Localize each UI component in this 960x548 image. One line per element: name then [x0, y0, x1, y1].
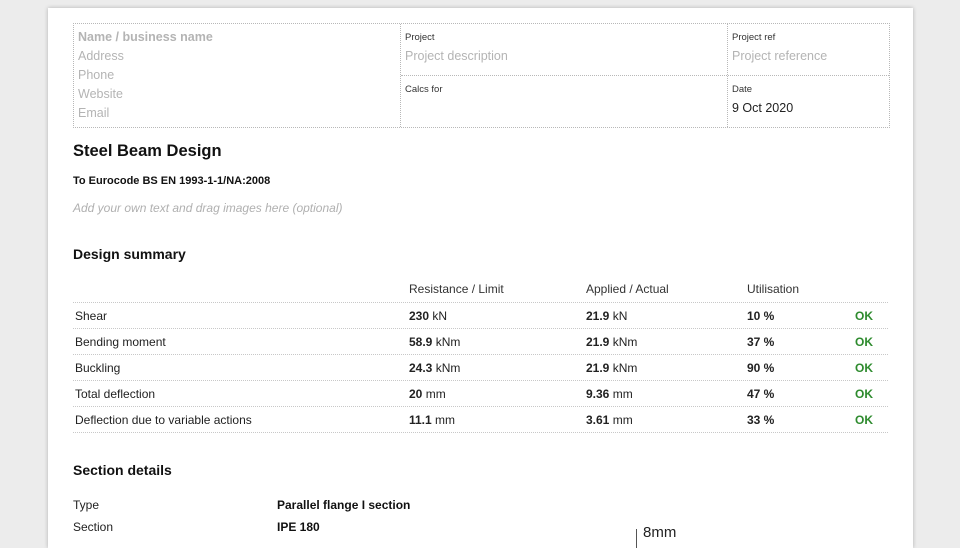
- resistance-value: 230 kN: [409, 309, 448, 323]
- project-ref-cell[interactable]: Project ref Project reference: [728, 24, 889, 76]
- status-badge: OK: [855, 413, 873, 427]
- resistance-value: 11.1 mm: [409, 413, 456, 427]
- calcs-for-cell[interactable]: Calcs for: [401, 76, 727, 127]
- status-badge: OK: [855, 387, 873, 401]
- project-cell[interactable]: Project Project description: [401, 24, 727, 76]
- calc-sheet: Name / business name Address Phone Websi…: [48, 8, 913, 548]
- design-standard: To Eurocode BS EN 1993-1-1/NA:2008: [73, 175, 271, 187]
- business-name-field[interactable]: Name / business name: [78, 28, 213, 47]
- status-badge: OK: [855, 361, 873, 375]
- notes-input[interactable]: Add your own text and drag images here (…: [73, 201, 343, 215]
- type-value: Parallel flange I section: [277, 498, 411, 512]
- section-value: IPE 180: [277, 520, 320, 534]
- utilisation-value: 37 %: [747, 335, 775, 349]
- row-name: Deflection due to variable actions: [75, 413, 252, 427]
- section-diagram-dimension-line: [636, 529, 637, 548]
- utilisation-value: 10 %: [747, 309, 775, 323]
- page-title: Steel Beam Design: [73, 142, 222, 160]
- applied-value: 21.9 kN: [586, 309, 628, 323]
- row-name: Shear: [75, 309, 108, 323]
- status-badge: OK: [855, 309, 873, 323]
- date-label: Date: [732, 84, 753, 95]
- utilisation-value: 90 %: [747, 361, 775, 375]
- section-details-heading: Section details: [73, 462, 172, 478]
- status-badge: OK: [855, 335, 873, 349]
- project-label: Project: [405, 32, 435, 43]
- table-row: Total deflection 20 mm 9.36 mm 47 % OK: [73, 380, 888, 406]
- column-header-utilisation: Utilisation: [747, 282, 800, 296]
- applied-value: 21.9 kNm: [586, 361, 638, 375]
- header-block: Name / business name Address Phone Websi…: [73, 23, 890, 128]
- row-name: Bending moment: [75, 335, 166, 349]
- email-field[interactable]: Email: [78, 104, 213, 123]
- utilisation-value: 47 %: [747, 387, 775, 401]
- date-cell[interactable]: Date 9 Oct 2020: [728, 76, 889, 127]
- table-row: Deflection due to variable actions 11.1 …: [73, 406, 888, 433]
- design-summary-heading: Design summary: [73, 246, 186, 262]
- flange-dimension-label: 8mm: [643, 524, 677, 541]
- calcs-for-label: Calcs for: [405, 84, 443, 95]
- website-field[interactable]: Website: [78, 85, 213, 104]
- utilisation-value: 33 %: [747, 413, 775, 427]
- type-label: Type: [73, 498, 100, 512]
- project-description-field[interactable]: Project description: [405, 49, 508, 63]
- applied-value: 21.9 kNm: [586, 335, 638, 349]
- resistance-value: 20 mm: [409, 387, 446, 401]
- section-label: Section: [73, 520, 114, 534]
- project-ref-label: Project ref: [732, 32, 776, 43]
- applied-value: 3.61 mm: [586, 413, 633, 427]
- column-header-resistance: Resistance / Limit: [409, 282, 504, 296]
- row-name: Total deflection: [75, 387, 156, 401]
- address-field[interactable]: Address: [78, 47, 213, 66]
- row-name: Buckling: [75, 361, 121, 375]
- business-details[interactable]: Name / business name Address Phone Websi…: [74, 24, 401, 127]
- date-field[interactable]: 9 Oct 2020: [732, 101, 793, 115]
- project-reference-field[interactable]: Project reference: [732, 49, 827, 63]
- column-header-applied: Applied / Actual: [586, 282, 669, 296]
- phone-field[interactable]: Phone: [78, 66, 213, 85]
- table-row: Buckling 24.3 kNm 21.9 kNm 90 % OK: [73, 354, 888, 380]
- resistance-value: 24.3 kNm: [409, 361, 461, 375]
- table-row: Bending moment 58.9 kNm 21.9 kNm 37 % OK: [73, 328, 888, 354]
- resistance-value: 58.9 kNm: [409, 335, 461, 349]
- table-row: Shear 230 kN 21.9 kN 10 % OK: [73, 302, 888, 328]
- applied-value: 9.36 mm: [586, 387, 633, 401]
